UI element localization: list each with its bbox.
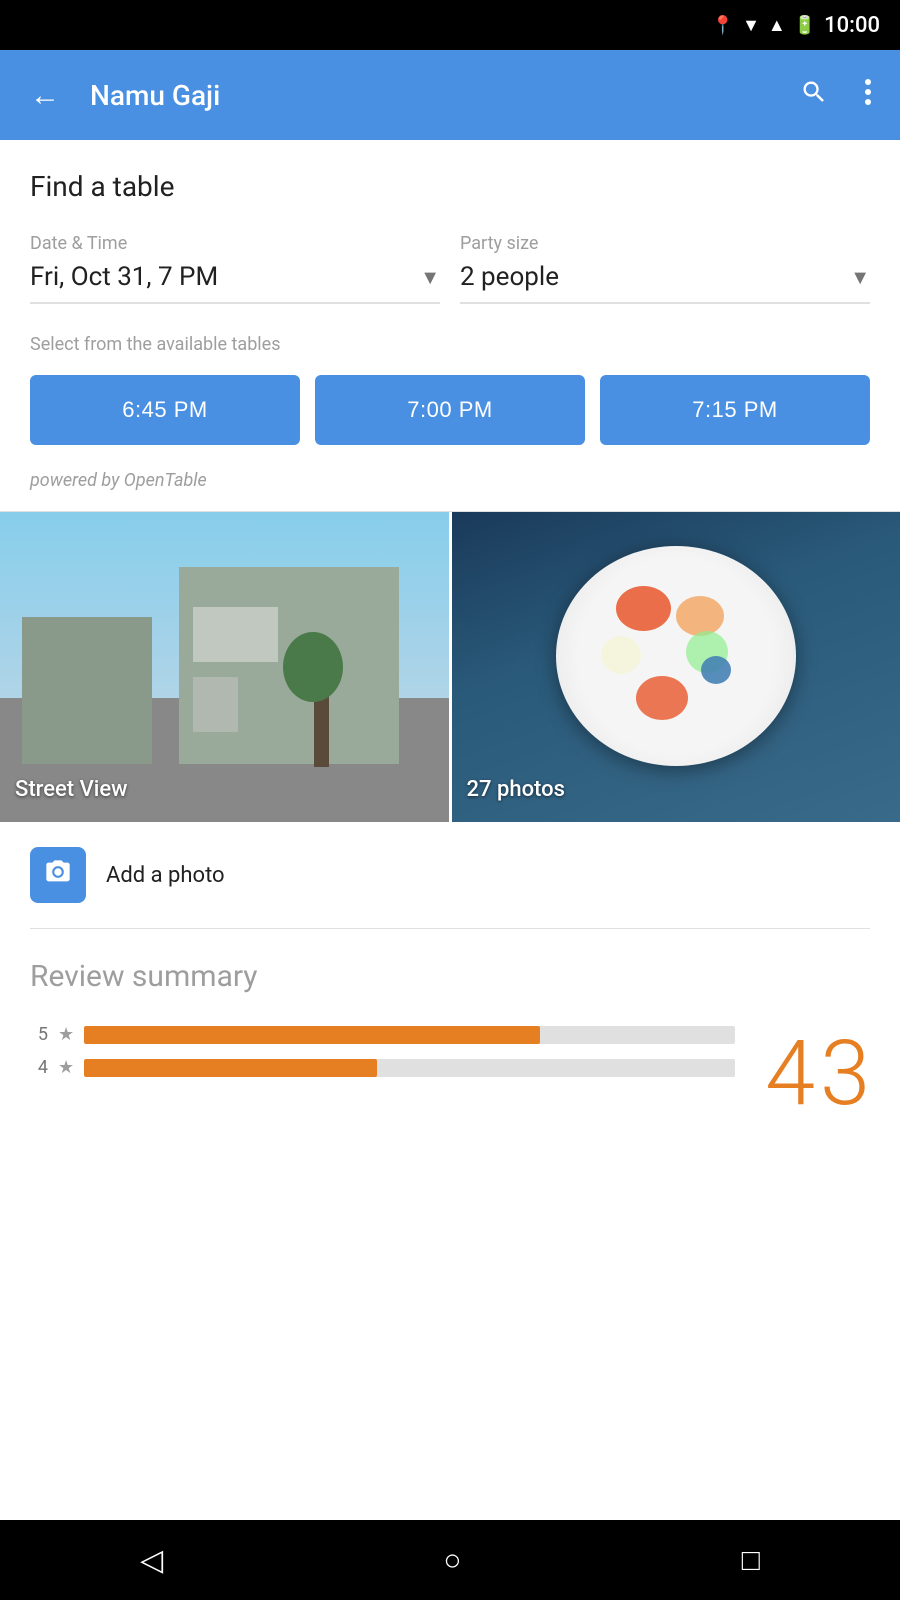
nav-back-icon[interactable]: ◁: [110, 1533, 193, 1588]
status-time: 10:00: [824, 13, 880, 38]
more-options-icon[interactable]: [856, 70, 880, 121]
time-slot-700[interactable]: 7:00 PM: [315, 375, 585, 445]
app-bar-actions: [792, 70, 880, 121]
find-table-title: Find a table: [30, 170, 870, 203]
street-view-photo[interactable]: Street View: [0, 512, 449, 822]
party-size-dropdown[interactable]: 2 people ▼: [460, 262, 870, 304]
time-slots: 6:45 PM 7:00 PM 7:15 PM: [30, 375, 870, 445]
rating-4-bar-fill: [84, 1059, 377, 1077]
add-photo-label: Add a photo: [106, 863, 225, 888]
party-size-value: 2 people: [460, 262, 559, 292]
rating-5-num: 5: [30, 1024, 48, 1045]
wifi-icon: ▼: [742, 15, 760, 36]
nav-recent-icon[interactable]: □: [712, 1533, 790, 1588]
main-content: Find a table Date & Time Fri, Oct 31, 7 …: [0, 140, 900, 512]
rating-5-star: ★: [58, 1024, 74, 1045]
signal-icon: ▲: [768, 15, 786, 36]
photos-count-label: 27 photos: [467, 777, 565, 802]
date-time-group: Date & Time Fri, Oct 31, 7 PM ▼: [30, 233, 440, 304]
location-icon: 📍: [712, 15, 734, 36]
street-view-label: Street View: [15, 777, 128, 802]
rating-5-bar-bg: [84, 1026, 735, 1044]
nav-home-icon[interactable]: ○: [413, 1533, 491, 1588]
status-bar: 📍 ▼ ▲ 🔋 10:00: [0, 0, 900, 50]
big-rating-4: 4: [765, 1029, 815, 1119]
date-chevron-down-icon: ▼: [420, 265, 440, 290]
rating-5-bar-fill: [84, 1026, 540, 1044]
party-size-group: Party size 2 people ▼: [460, 233, 870, 304]
nav-bar: ◁ ○ □: [0, 1520, 900, 1600]
photos-cell[interactable]: 27 photos: [449, 512, 900, 822]
party-size-chevron-down-icon: ▼: [850, 265, 870, 290]
date-dropdown[interactable]: Fri, Oct 31, 7 PM ▼: [30, 262, 440, 304]
add-photo-row[interactable]: Add a photo: [0, 822, 900, 928]
status-icons: 📍 ▼ ▲ 🔋 10:00: [712, 13, 880, 38]
party-size-label: Party size: [460, 233, 870, 254]
battery-icon: 🔋: [794, 15, 816, 36]
time-slot-715[interactable]: 7:15 PM: [600, 375, 870, 445]
selectors-row: Date & Time Fri, Oct 31, 7 PM ▼ Party si…: [30, 233, 870, 304]
rating-row-4: 4 ★: [30, 1057, 735, 1078]
time-slot-645[interactable]: 6:45 PM: [30, 375, 300, 445]
date-value: Fri, Oct 31, 7 PM: [30, 262, 218, 292]
search-icon[interactable]: [792, 70, 836, 121]
back-button[interactable]: ←: [20, 68, 70, 123]
review-section: Review summary 5 ★ 4 ★ 4 3: [0, 929, 900, 1119]
big-rating-3: 3: [820, 1029, 870, 1119]
date-label: Date & Time: [30, 233, 440, 254]
review-title: Review summary: [30, 959, 870, 994]
rating-4-bar-bg: [84, 1059, 735, 1077]
camera-icon-wrap: [30, 847, 86, 903]
rating-4-star: ★: [58, 1057, 74, 1078]
rating-display: 5 ★ 4 ★ 4 3: [30, 1024, 870, 1119]
big-rating: 4 3: [765, 1024, 870, 1119]
app-bar: ← Namu Gaji: [0, 50, 900, 140]
rating-bars: 5 ★ 4 ★: [30, 1024, 735, 1090]
rating-4-num: 4: [30, 1057, 48, 1078]
photo-grid: Street View 27 photos: [0, 512, 900, 822]
powered-by-label: powered by OpenTable: [30, 470, 870, 491]
rating-row-5: 5 ★: [30, 1024, 735, 1045]
camera-icon: [44, 858, 72, 893]
available-tables-label: Select from the available tables: [30, 334, 870, 355]
page-title: Namu Gaji: [90, 79, 772, 112]
